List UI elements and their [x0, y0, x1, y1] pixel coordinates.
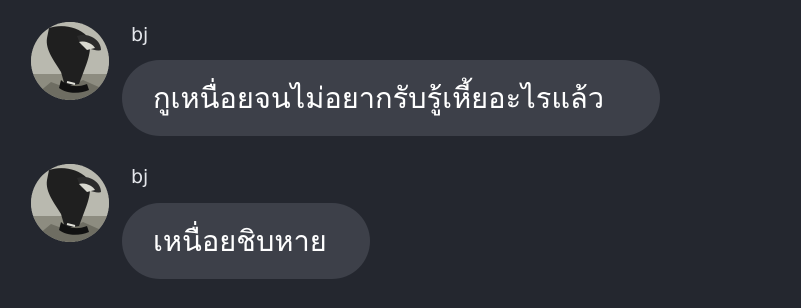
sender-avatar[interactable] — [31, 164, 109, 242]
sender-name[interactable]: bj — [131, 165, 148, 189]
sender-avatar[interactable] — [31, 22, 109, 100]
message-thread: bj กูเหนื่อยจนไม่อยากรับรู้เหี้ยอะไรแล้ว… — [0, 0, 801, 308]
message-bubble[interactable]: กูเหนื่อยจนไม่อยากรับรู้เหี้ยอะไรแล้ว — [122, 60, 660, 136]
message-bubble[interactable]: เหนื่อยชิบหาย — [122, 203, 370, 279]
avatar-photo-icon — [31, 22, 109, 100]
avatar-photo-icon — [31, 164, 109, 242]
sender-name[interactable]: bj — [131, 23, 148, 47]
